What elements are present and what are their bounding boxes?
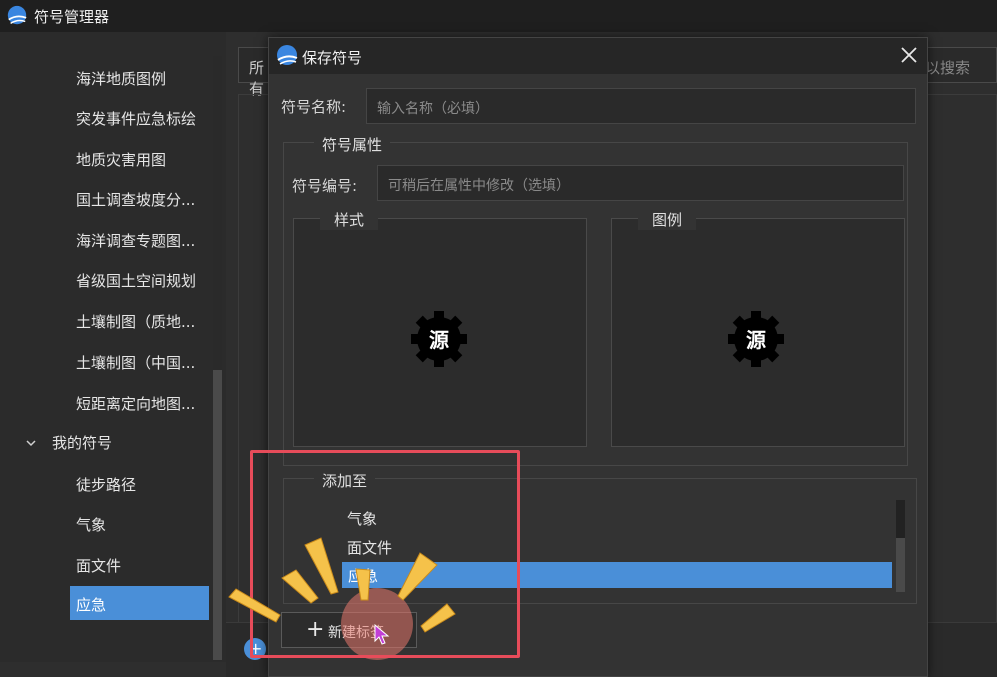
legend-preview-title: 图例 (638, 209, 697, 230)
sidebar-item[interactable]: 国土调查坡度分... (76, 189, 195, 210)
legend-preview[interactable]: 图例 源 (611, 209, 905, 447)
sidebar-scrollbar-thumb[interactable] (213, 370, 222, 660)
sidebar-item[interactable]: 海洋地质图例 (76, 68, 166, 89)
dialog-header: 保存符号 (269, 38, 927, 74)
style-preview-title: 样式 (320, 209, 379, 230)
sidebar-group-label: 我的符号 (52, 434, 113, 452)
sidebar-group-my-symbols[interactable]: 我的符号 (26, 432, 112, 453)
dialog-title: 保存符号 (302, 49, 363, 67)
title-bar: 符号管理器 (0, 0, 997, 32)
sidebar-subitem[interactable]: 徒步路径 (76, 474, 136, 495)
symbol-attributes-title: 符号属性 (314, 134, 391, 155)
sidebar-item[interactable]: 土壤制图（中国... (76, 352, 195, 373)
app-logo-icon (7, 5, 27, 25)
search-input[interactable]: 以搜索 (920, 47, 997, 83)
source-gear-icon: 源 (728, 311, 784, 367)
source-gear-icon: 源 (411, 311, 467, 367)
symbol-name-input[interactable]: 输入名称（必填） (366, 88, 916, 124)
gear-glyph-text: 源 (429, 328, 449, 352)
symbol-name-placeholder: 输入名称（必填） (377, 101, 489, 117)
chevron-down-icon (26, 439, 36, 446)
tag-list-scrollbar-thumb[interactable] (896, 538, 905, 592)
symbol-code-input[interactable]: 可稍后在属性中修改（选填） (377, 165, 904, 201)
sidebar-item[interactable]: 土壤制图（质地... (76, 311, 195, 332)
sidebar-subitem[interactable]: 气象 (76, 514, 106, 535)
sidebar-subitem[interactable]: 面文件 (76, 555, 121, 576)
symbol-code-placeholder: 可稍后在属性中修改（选填） (388, 178, 570, 194)
sidebar-item-selected[interactable]: 应急 (70, 586, 209, 620)
sidebar-item[interactable]: 省级国土空间规划 (76, 270, 196, 291)
symbol-code-label: 符号编号: (292, 177, 358, 195)
close-icon[interactable] (897, 43, 921, 67)
sidebar-item[interactable]: 短距离定向地图... (76, 393, 195, 414)
gear-glyph-text: 源 (746, 328, 766, 352)
sidebar-selected-label: 应急 (76, 596, 107, 614)
search-placeholder: 以搜索 (925, 59, 971, 77)
cursor-pointer-icon (374, 624, 390, 645)
style-preview[interactable]: 样式 源 (293, 209, 587, 447)
sidebar-item[interactable]: 地质灾害用图 (76, 149, 166, 170)
app-logo-icon (277, 45, 298, 65)
sidebar-item[interactable]: 突发事件应急标绘 (76, 108, 196, 129)
app-title: 符号管理器 (34, 7, 110, 26)
sidebar-item[interactable]: 海洋调查专题图... (76, 230, 195, 251)
symbol-name-label: 符号名称: (281, 98, 347, 116)
